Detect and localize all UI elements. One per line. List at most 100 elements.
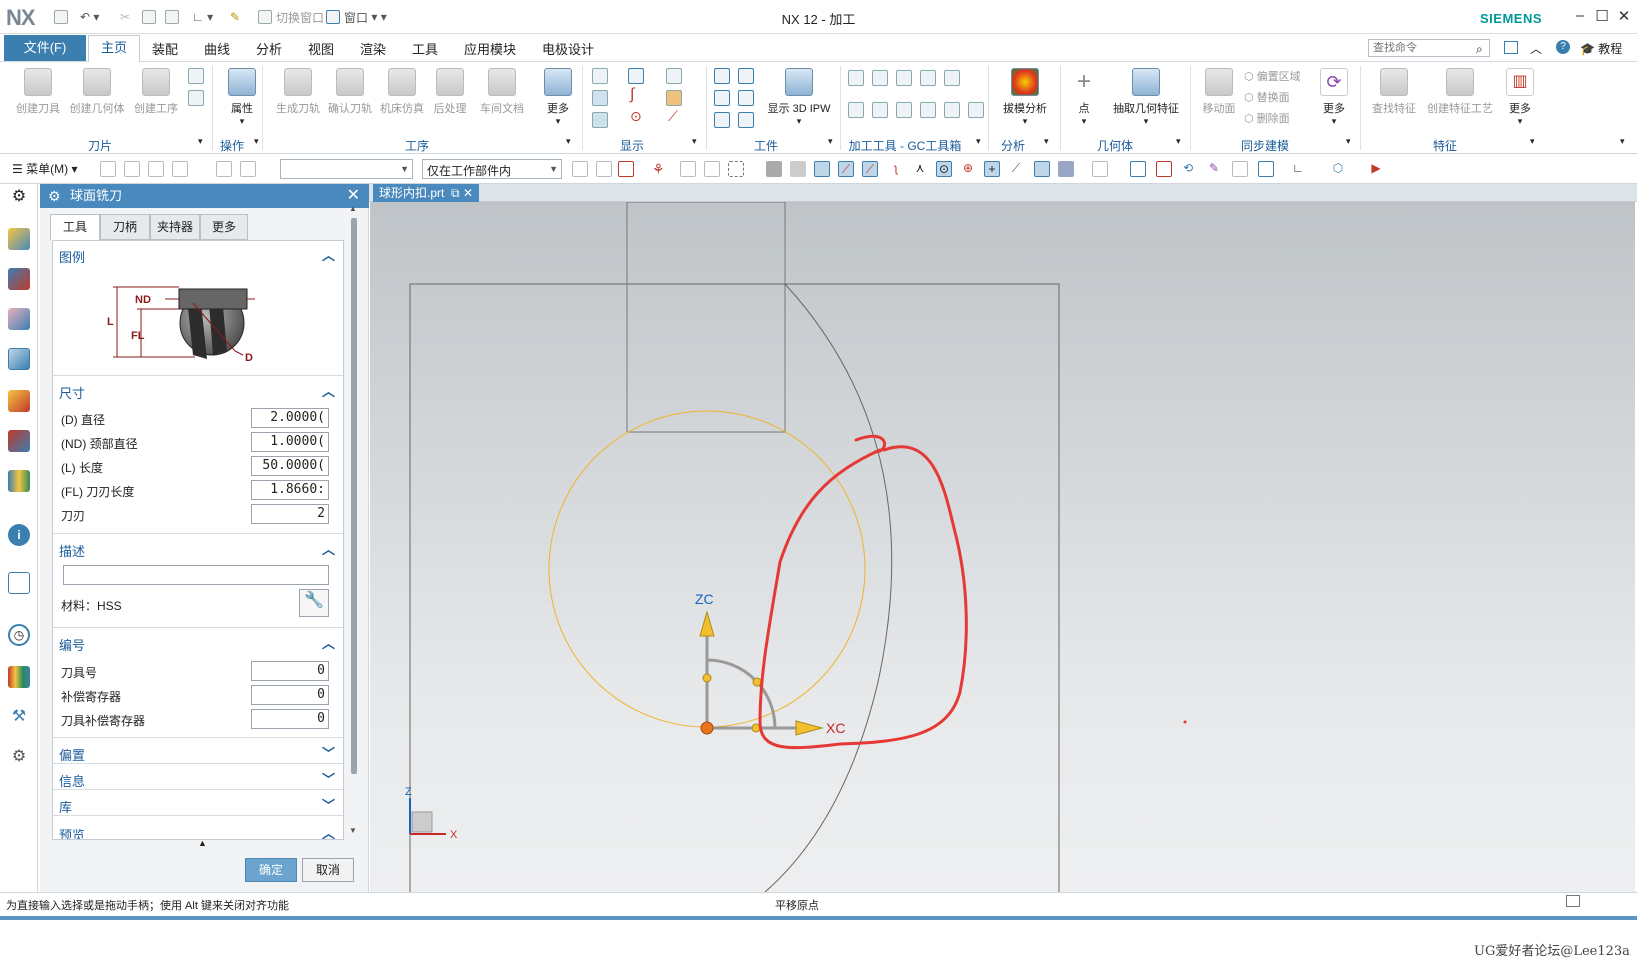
verify-toolpath-button[interactable]: 确认刀轨 bbox=[322, 62, 378, 116]
description-section-header[interactable]: 描述 bbox=[59, 541, 85, 560]
diameter-field[interactable]: 2.0000( bbox=[251, 408, 329, 428]
group-expand-icon[interactable]: ▾ bbox=[254, 136, 259, 147]
snap-point-icon[interactable]: + bbox=[984, 161, 1000, 177]
point-button[interactable]: + 点 ▾ bbox=[1064, 62, 1104, 127]
chevron-up-icon[interactable]: ︿ bbox=[322, 245, 335, 264]
display-grid-icon[interactable] bbox=[666, 68, 682, 84]
ok-button[interactable]: 确定 bbox=[245, 858, 297, 882]
close-window-button[interactable]: ✕ bbox=[1614, 7, 1634, 25]
shop-documentation-button[interactable]: 车间文档 bbox=[474, 62, 530, 116]
selection-icon-3[interactable] bbox=[148, 161, 164, 177]
snap-midpoint-icon[interactable]: ⟋ bbox=[862, 161, 878, 177]
tab-render[interactable]: 渲染 bbox=[360, 39, 386, 58]
machine-tool-navigator-icon[interactable] bbox=[8, 390, 30, 412]
adjust-register-field[interactable]: 0 bbox=[251, 685, 329, 705]
selection-icon-6[interactable] bbox=[240, 161, 256, 177]
workpiece-icon-6[interactable] bbox=[738, 112, 754, 128]
snap-icon-1[interactable] bbox=[572, 161, 588, 177]
part-navigator-icon[interactable] bbox=[8, 308, 30, 330]
selection-icon-1[interactable] bbox=[100, 161, 116, 177]
group-expand-icon[interactable]: ▾ bbox=[1346, 136, 1351, 147]
display-toggle-icon[interactable] bbox=[592, 90, 608, 106]
rotate-icon[interactable]: ⟲ bbox=[1180, 161, 1196, 177]
web-browser-icon[interactable] bbox=[8, 572, 30, 594]
tab-holder[interactable]: 夹持器 bbox=[150, 214, 200, 240]
model-canvas[interactable]: ZC XC Z X bbox=[370, 201, 1635, 895]
xc-arrow-handle[interactable] bbox=[795, 720, 824, 736]
history-icon[interactable]: ◷ bbox=[8, 624, 30, 646]
more-features-button[interactable]: ▥ 更多 ▾ bbox=[1498, 62, 1542, 127]
tab-tool[interactable]: 工具 bbox=[50, 214, 100, 241]
chevron-down-icon[interactable]: ﹀ bbox=[322, 769, 335, 788]
assembly-navigator-icon[interactable] bbox=[8, 228, 30, 250]
curve-icon[interactable]: ∫ bbox=[630, 86, 634, 104]
postprocess-button[interactable]: 后处理 bbox=[422, 62, 478, 116]
role-icon[interactable]: ⚙ bbox=[8, 746, 30, 768]
description-field[interactable] bbox=[63, 565, 329, 585]
gc-tool-icon-9[interactable] bbox=[920, 102, 936, 118]
offset-section-header[interactable]: 偏置 bbox=[59, 745, 85, 764]
gc-tool-icon-10[interactable] bbox=[944, 102, 960, 118]
search-icon[interactable]: ⌕ bbox=[1476, 42, 1483, 57]
small-tool-icon[interactable] bbox=[188, 68, 204, 84]
tool-number-field[interactable]: 0 bbox=[251, 661, 329, 681]
tab-tools[interactable]: 工具 bbox=[412, 39, 438, 58]
popout-icon[interactable]: ⧉ bbox=[451, 186, 460, 200]
scrollbar-thumb[interactable] bbox=[351, 218, 357, 774]
solid-icon[interactable] bbox=[766, 161, 782, 177]
more-sync-button[interactable]: ⟳ 更多 ▾ bbox=[1312, 62, 1356, 127]
find-feature-button[interactable]: 查找特征 bbox=[1364, 62, 1424, 116]
replace-face-button[interactable]: ⬡ 替换面 bbox=[1244, 89, 1290, 105]
tab-curve[interactable]: 曲线 bbox=[204, 39, 230, 58]
tab-more[interactable]: 更多 bbox=[200, 214, 248, 240]
more-operations-button[interactable]: 更多 ▾ bbox=[530, 62, 586, 127]
gc-tool-icon-8[interactable] bbox=[896, 102, 912, 118]
gc-tool-icon-4[interactable] bbox=[920, 70, 936, 86]
offset-region-button[interactable]: ⬡ 偏置区域 bbox=[1244, 68, 1301, 84]
minimize-button[interactable]: – bbox=[1570, 7, 1590, 24]
view-icon-2[interactable] bbox=[1156, 161, 1172, 177]
workpiece-icon-2[interactable] bbox=[738, 68, 754, 84]
length-field[interactable]: 50.0000( bbox=[251, 456, 329, 476]
scroll-up-icon[interactable]: ▲ bbox=[349, 204, 357, 213]
cancel-button[interactable]: 取消 bbox=[302, 858, 354, 882]
operation-navigator-icon[interactable] bbox=[8, 348, 30, 370]
create-operation-button[interactable]: 创建工序 bbox=[128, 62, 184, 116]
tab-shank[interactable]: 刀柄 bbox=[100, 214, 150, 240]
gc-tool-icon-11[interactable] bbox=[968, 102, 984, 118]
gc-tool-icon-2[interactable] bbox=[872, 70, 888, 86]
display-toggle-icon-2[interactable] bbox=[592, 112, 608, 128]
display-option-icon[interactable] bbox=[592, 68, 608, 84]
zc-arrow-handle[interactable] bbox=[699, 610, 715, 637]
gc-tool-icon-7[interactable] bbox=[872, 102, 888, 118]
constraint-navigator-icon[interactable] bbox=[8, 268, 30, 290]
gc-tool-icon-1[interactable] bbox=[848, 70, 864, 86]
legend-section-header[interactable]: 图例 bbox=[59, 247, 85, 266]
file-menu-button[interactable]: 文件(F) bbox=[4, 35, 86, 61]
origin-handle[interactable] bbox=[700, 721, 714, 735]
filter-icon[interactable] bbox=[1092, 161, 1108, 177]
create-feature-process-button[interactable]: 创建特征工艺 bbox=[1420, 62, 1500, 116]
gear-icon[interactable]: ⚙ bbox=[8, 186, 30, 208]
snap-icon-3[interactable] bbox=[618, 161, 634, 177]
chevron-down-icon[interactable]: ﹀ bbox=[322, 795, 335, 814]
status-window-icon[interactable] bbox=[1566, 895, 1580, 907]
palette-icon[interactable] bbox=[8, 666, 30, 688]
process-icon[interactable]: ⚒ bbox=[8, 706, 30, 728]
maximize-button[interactable]: ☐ bbox=[1592, 7, 1612, 25]
snap-on-face-icon[interactable] bbox=[1034, 161, 1050, 177]
group-expand-icon[interactable]: ▾ bbox=[1044, 136, 1049, 147]
create-geometry-button[interactable]: 创建几何体 bbox=[67, 62, 127, 116]
gc-tool-icon-3[interactable] bbox=[896, 70, 912, 86]
workpiece-icon-4[interactable] bbox=[738, 90, 754, 106]
display-tool-icon[interactable] bbox=[666, 90, 682, 106]
gc-tool-icon-6[interactable] bbox=[848, 102, 864, 118]
layer-icon[interactable] bbox=[1232, 161, 1248, 177]
flute-length-field[interactable]: 1.8660: bbox=[251, 480, 329, 500]
snap-intersection-icon[interactable]: ⋏ bbox=[912, 161, 928, 177]
group-expand-icon[interactable]: ▾ bbox=[198, 136, 203, 147]
extract-geometry-button[interactable]: 抽取几何特征 ▾ bbox=[1106, 62, 1186, 127]
chevron-up-icon[interactable]: ︿ bbox=[322, 823, 335, 839]
workpiece-icon-1[interactable] bbox=[714, 68, 730, 84]
library-icon[interactable] bbox=[8, 470, 30, 492]
